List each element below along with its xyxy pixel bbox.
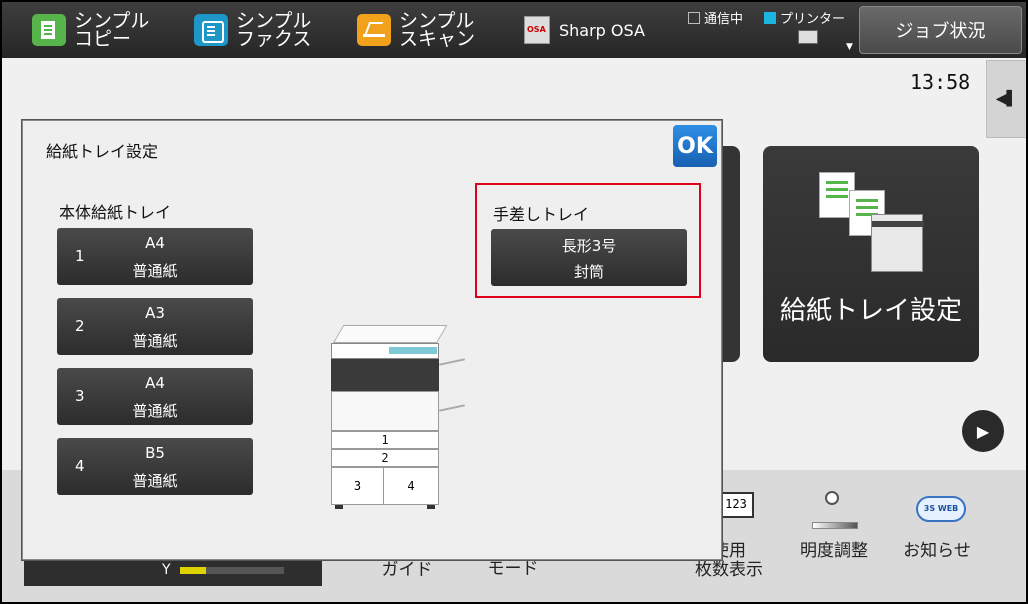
tray-paper-size: A4 — [145, 234, 165, 252]
sharp-osa-label: Sharp OSA — [559, 20, 645, 40]
illustration-tray-1: 1 — [331, 431, 439, 449]
illustration-tray-4: 4 — [407, 479, 415, 493]
status-comm-indicator — [688, 11, 700, 24]
toner-level-fill — [180, 567, 206, 574]
illustration-lower-trays: 3 4 — [331, 467, 439, 505]
tray-paper-type: 普通紙 — [132, 472, 178, 490]
status-printer: プリンター — [764, 8, 845, 27]
status-communicating: 通信中 — [688, 8, 743, 27]
tray-2-button[interactable]: 2 A3 普通紙 — [57, 298, 253, 355]
illustration-tray-3: 3 — [332, 468, 384, 504]
tray-4-button[interactable]: 4 B5 普通紙 — [57, 438, 253, 495]
document-feeder — [333, 325, 448, 343]
printer-status-icon — [798, 30, 818, 44]
status-comm-label: 通信中 — [704, 12, 744, 27]
simple-scan-label: シンプル スキャン — [399, 10, 476, 50]
tray-paper-type: 普通紙 — [132, 332, 178, 350]
side-panel-toggle[interactable]: ◀▌ — [986, 60, 1026, 138]
toner-panel: Y — [24, 558, 322, 586]
bypass-tray-highlight: 手差しトレイ 長形3号 封筒 — [475, 183, 701, 298]
bypass-paper-size: 長形3号 — [561, 237, 617, 255]
status-printer-indicator — [764, 11, 776, 24]
sharp-osa-button[interactable]: Sharp OSA — [524, 8, 645, 52]
home-tile-label: 給紙トレイ設定 — [779, 296, 962, 326]
cloud-web-icon[interactable]: 3S WEB — [916, 496, 966, 522]
mode-button[interactable]: モード — [478, 560, 548, 579]
tray-paper-size: A4 — [145, 374, 165, 392]
printer-feet — [331, 505, 439, 509]
toner-level-bar — [180, 567, 284, 574]
bypass-tray-button[interactable]: 長形3号 封筒 — [491, 229, 687, 286]
output-tray — [331, 359, 439, 391]
collapse-left-icon: ◀▌ — [995, 91, 1018, 107]
brightness-bar — [812, 522, 858, 529]
simple-scan-button[interactable]: シンプル スキャン — [357, 8, 475, 52]
simple-fax-button[interactable]: シンプル ファクス — [194, 8, 311, 52]
home-tile-paper-tray-settings[interactable]: 給紙トレイ設定 — [763, 146, 979, 362]
bypass-tray-label: 手差しトレイ — [493, 205, 590, 224]
tray-paper-size: A3 — [145, 304, 165, 322]
status-area[interactable]: 通信中 プリンター ▼ — [688, 6, 856, 54]
top-bar: シンプル コピー シンプル ファクス シンプル スキャン Sharp OSA 通… — [2, 2, 1026, 58]
scanner-glass — [389, 347, 437, 354]
next-page-arrow-icon[interactable]: ▶ — [962, 410, 1004, 452]
copy-icon — [32, 14, 66, 46]
bypass-tray-line — [439, 404, 465, 412]
clock: 13:58 — [910, 70, 971, 94]
paper-tray-settings-dialog: 給紙トレイ設定 OK 本体給紙トレイ 1 A4 普通紙 2 A3 普通紙 3 A… — [22, 120, 722, 560]
printer-illustration: 1 2 3 4 — [329, 325, 465, 511]
simple-copy-button[interactable]: シンプル コピー — [32, 8, 149, 52]
simple-fax-label: シンプル ファクス — [236, 10, 312, 50]
counter-icon[interactable]: 123 — [718, 492, 754, 518]
tray-paper-type: 普通紙 — [132, 402, 178, 420]
osa-icon — [524, 16, 550, 44]
tray-paper-type: 普通紙 — [132, 262, 178, 280]
status-dropdown-icon[interactable]: ▼ — [846, 42, 853, 52]
tray-paper-size: B5 — [145, 444, 165, 462]
dialog-title: 給紙トレイ設定 — [46, 142, 159, 161]
tray-1-button[interactable]: 1 A4 普通紙 — [57, 228, 253, 285]
printer-icon — [871, 214, 924, 272]
simple-copy-label: シンプル コピー — [74, 10, 150, 50]
main-trays-label: 本体給紙トレイ — [59, 203, 172, 222]
illustration-tray-2: 2 — [331, 449, 439, 467]
bypass-paper-type: 封筒 — [573, 263, 604, 281]
status-printer-label: プリンター — [780, 12, 846, 27]
ok-button[interactable]: OK — [673, 125, 717, 167]
side-tray-line — [439, 358, 465, 366]
brightness-icon[interactable] — [818, 484, 846, 512]
brightness-adjust-button[interactable]: 明度調整 — [794, 542, 874, 561]
screen: シンプル コピー シンプル ファクス シンプル スキャン Sharp OSA 通… — [2, 2, 1026, 602]
toner-color-label: Y — [162, 562, 171, 578]
notifications-button[interactable]: お知らせ — [898, 542, 976, 561]
scan-icon — [357, 14, 391, 46]
printer-body — [331, 391, 439, 431]
job-status-button[interactable]: ジョブ状況 — [859, 6, 1022, 54]
fax-icon — [194, 14, 228, 46]
tray-3-button[interactable]: 3 A4 普通紙 — [57, 368, 253, 425]
